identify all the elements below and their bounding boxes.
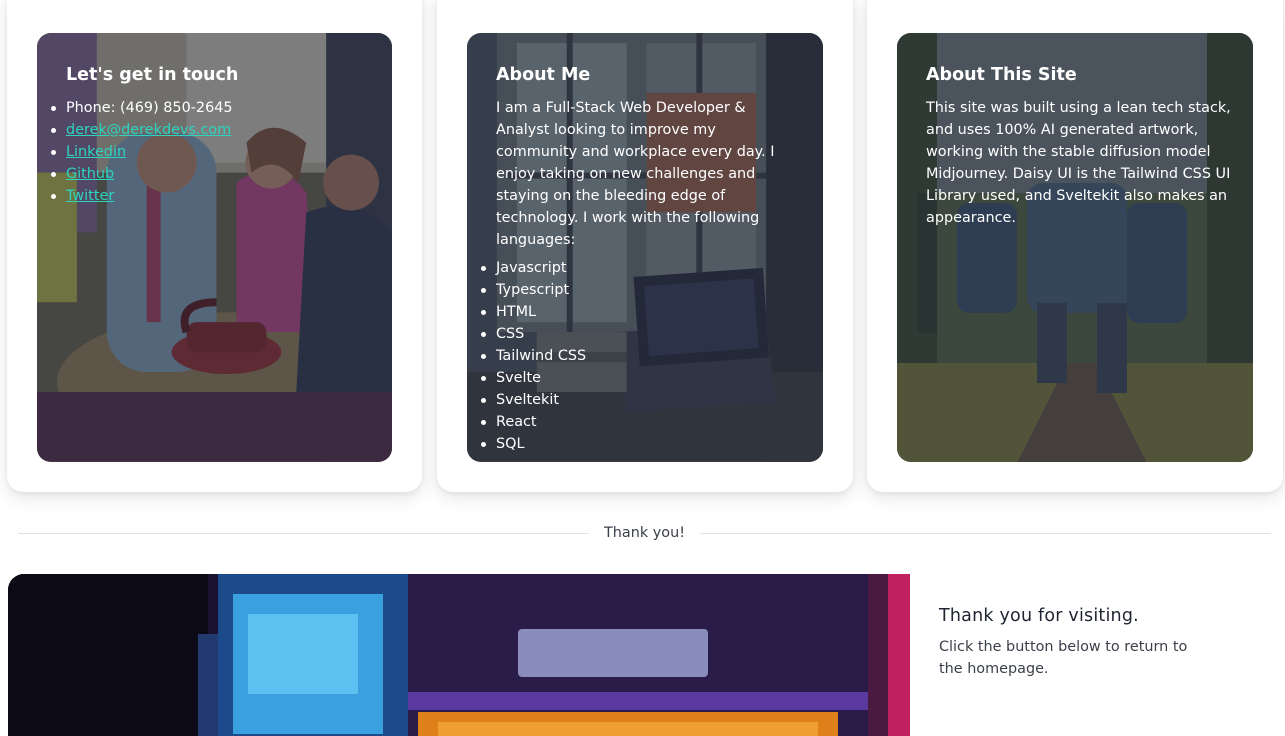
contact-list: Phone: (469) 850-2645 derek@derekdevs.co… xyxy=(51,97,370,207)
about-site-paragraph: This site was built using a lean tech st… xyxy=(926,100,1231,226)
linkedin-item: Linkedin xyxy=(51,141,370,163)
contact-title: Let's get in touch xyxy=(66,65,239,85)
about-site-card-figure: About This Site This site was built usin… xyxy=(897,33,1253,462)
thank-you-title: Thank you for visiting. xyxy=(939,606,1139,626)
language-item: Svelte xyxy=(481,367,801,389)
language-item: Tailwind CSS xyxy=(481,345,801,367)
about-me-title: About Me xyxy=(496,65,591,85)
language-item: SQL xyxy=(481,433,801,455)
about-site-title: About This Site xyxy=(926,65,1077,85)
email-item: derek@derekdevs.com xyxy=(51,119,370,141)
neon-storefront-artwork xyxy=(8,574,910,736)
language-item: CSS xyxy=(481,323,801,345)
email-link[interactable]: derek@derekdevs.com xyxy=(66,122,231,138)
thank-you-text: Click the button below to return to the … xyxy=(939,639,1188,677)
hero-figure xyxy=(8,574,910,736)
github-link[interactable]: Github xyxy=(66,166,114,182)
about-me-card: About Me I am a Full-Stack Web Developer… xyxy=(437,0,853,492)
page: Let's get in touch Phone: (469) 850-2645… xyxy=(0,0,1285,736)
divider-text: Thank you! xyxy=(604,525,685,541)
twitter-link[interactable]: Twitter xyxy=(66,188,114,204)
divider-line xyxy=(18,532,590,534)
thank-you-section: Thank you for visiting. Click the button… xyxy=(939,602,1239,680)
about-me-content: About Me I am a Full-Stack Web Developer… xyxy=(481,61,801,455)
contact-content: Let's get in touch Phone: (469) 850-2645… xyxy=(51,61,370,207)
language-item: React xyxy=(481,411,801,433)
contact-card-figure: Let's get in touch Phone: (469) 850-2645… xyxy=(37,33,392,462)
language-item: Typescript xyxy=(481,279,801,301)
thank-you-divider: Thank you! xyxy=(18,522,1271,544)
language-item: Sveltekit xyxy=(481,389,801,411)
about-me-paragraph: I am a Full-Stack Web Developer & Analys… xyxy=(496,100,775,248)
about-me-card-figure: About Me I am a Full-Stack Web Developer… xyxy=(467,33,823,462)
phone-item: Phone: (469) 850-2645 xyxy=(51,97,370,119)
about-site-content: About This Site This site was built usin… xyxy=(926,61,1231,235)
divider-line xyxy=(699,532,1271,534)
github-item: Github xyxy=(51,163,370,185)
contact-card: Let's get in touch Phone: (469) 850-2645… xyxy=(7,0,422,492)
languages-list: Javascript Typescript HTML CSS Tailwind … xyxy=(481,257,801,455)
about-site-card: About This Site This site was built usin… xyxy=(867,0,1283,492)
language-item: HTML xyxy=(481,301,801,323)
language-item: Javascript xyxy=(481,257,801,279)
twitter-item: Twitter xyxy=(51,185,370,207)
linkedin-link[interactable]: Linkedin xyxy=(66,144,126,160)
